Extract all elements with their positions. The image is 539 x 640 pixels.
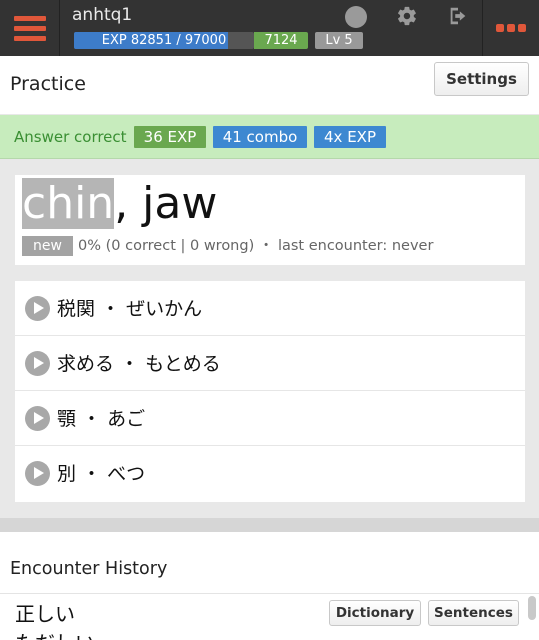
sentences-button[interactable]: Sentences: [428, 600, 519, 626]
multiplier-badge: 4x EXP: [314, 126, 386, 148]
exp-progress-text: EXP 82851 / 97000: [101, 33, 227, 48]
exp-remaining-badge: 7124: [254, 32, 308, 49]
history-word: 正しい: [15, 602, 75, 626]
answer-option-label: 顎 ・ あご: [57, 408, 146, 430]
word-card: chin, jaw new 0% (0 correct | 0 wrong) ・…: [15, 175, 525, 265]
more-icon[interactable]: [482, 0, 539, 56]
play-audio-icon[interactable]: [25, 351, 50, 376]
top-bar: anhtq1 EXP 82851 / 97000 7124 Lv 5: [0, 0, 539, 56]
level-badge: Lv 5: [315, 32, 363, 49]
play-audio-icon[interactable]: [25, 461, 50, 486]
answer-option[interactable]: 別 ・ べつ: [15, 446, 525, 501]
answer-option[interactable]: 顎 ・ あご: [15, 391, 525, 446]
history-divider: [0, 593, 539, 594]
answer-result-banner: Answer correct 36 EXP 41 combo 4x EXP: [0, 115, 539, 159]
combo-badge: 41 combo: [213, 126, 307, 148]
exp-progress-bar: EXP 82851 / 97000: [74, 32, 254, 49]
dictionary-button[interactable]: Dictionary: [329, 600, 421, 626]
page-title: Practice: [10, 73, 86, 95]
answer-result-text: Answer correct: [14, 128, 127, 146]
history-word-reading: ただしい: [15, 627, 95, 640]
answer-option-label: 別 ・ べつ: [57, 463, 146, 485]
scrollbar[interactable]: [528, 596, 536, 620]
answer-option-label: 求める ・ もとめる: [57, 353, 221, 375]
practice-header: Practice Settings: [0, 56, 539, 114]
word-rest: , jaw: [114, 178, 218, 229]
answer-option[interactable]: 求める ・ もとめる: [15, 336, 525, 391]
play-audio-icon[interactable]: [25, 406, 50, 431]
status-circle-icon[interactable]: [345, 6, 367, 28]
encounter-history: Encounter History 正しい ただしい Dictionary Se…: [0, 532, 539, 640]
settings-button[interactable]: Settings: [434, 62, 529, 96]
answer-options: 税関 ・ ぜいかん 求める ・ もとめる 顎 ・ あご 別 ・ べつ: [15, 281, 525, 502]
answer-option[interactable]: 税関 ・ ぜいかん: [15, 281, 525, 336]
status-badge: new: [22, 236, 73, 256]
word-meaning: chin, jaw: [22, 175, 217, 235]
username[interactable]: anhtq1: [72, 5, 132, 25]
exp-gained-badge: 36 EXP: [134, 126, 206, 148]
word-stats: 0% (0 correct | 0 wrong) ・ last encounte…: [78, 238, 434, 254]
sign-out-icon[interactable]: [447, 5, 469, 27]
answer-option-label: 税関 ・ ぜいかん: [57, 298, 203, 320]
hamburger-menu-icon[interactable]: [0, 0, 60, 56]
section-divider: [0, 518, 539, 532]
gear-icon[interactable]: [396, 5, 418, 27]
play-audio-icon[interactable]: [25, 296, 50, 321]
word-highlight: chin: [22, 178, 115, 229]
history-title: Encounter History: [10, 559, 168, 579]
